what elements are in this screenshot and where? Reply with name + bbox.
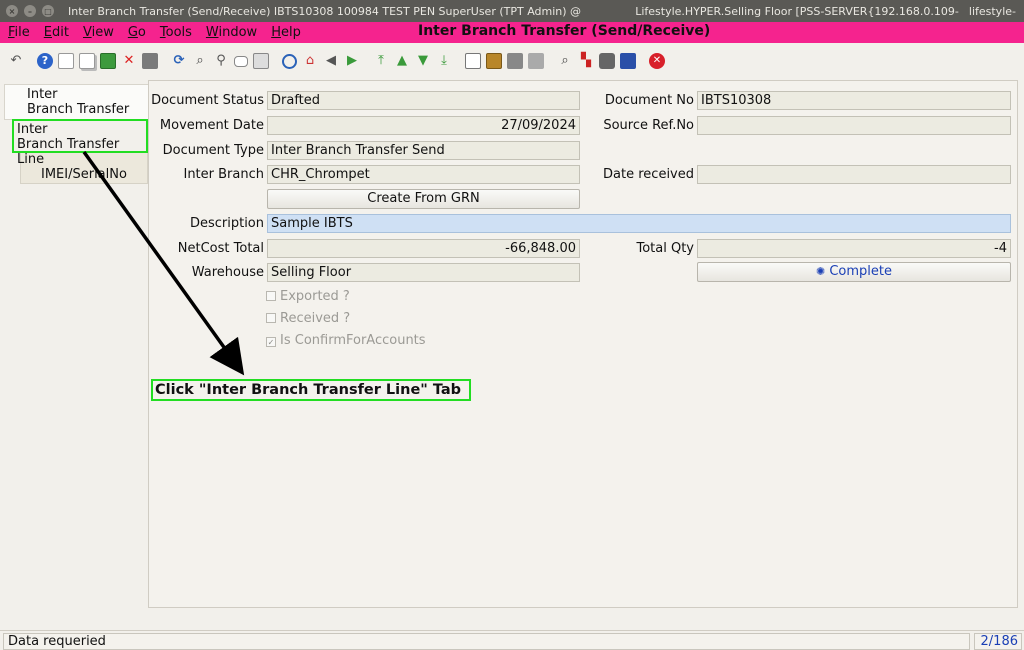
grid-toggle-icon[interactable] (253, 53, 269, 69)
document-no-label: Document No (604, 93, 694, 108)
total-qty-field[interactable]: -4 (697, 239, 1011, 258)
workflow-icon[interactable]: ▚ (578, 53, 594, 69)
total-qty-label: Total Qty (636, 241, 694, 256)
toolbar: ↶ ? ✕ ⟳ ⌕ ⚲ ⌂ ◀ ▶ ⤒ ▲ ▼ ⤓ ⌕ ▚ ✕ (0, 43, 1024, 79)
report-icon[interactable] (465, 53, 481, 69)
forward-arrow-icon[interactable]: ▶ (344, 53, 360, 69)
delete-icon[interactable]: ✕ (121, 53, 137, 69)
tab-label: Inter (17, 122, 48, 137)
received-label: Received ? (280, 311, 351, 326)
save-disk-icon[interactable] (142, 53, 158, 69)
source-ref-label: Source Ref.No (603, 118, 694, 133)
is-confirm-label: Is ConfirmForAccounts (280, 333, 426, 348)
received-checkbox[interactable]: Received ? (266, 311, 350, 326)
menu-bar: File Edit View Go Tools Window Help Inte… (0, 22, 1024, 43)
source-ref-field[interactable] (697, 116, 1011, 135)
checkbox-checked-icon: ✓ (266, 337, 276, 347)
close-window-icon[interactable]: × (6, 5, 18, 17)
archive-icon[interactable] (486, 53, 502, 69)
menu-edit[interactable]: Edit (44, 25, 69, 40)
minimize-window-icon[interactable]: – (24, 5, 36, 17)
product-info-icon[interactable] (599, 53, 615, 69)
menu-tools[interactable]: Tools (160, 25, 192, 40)
document-no-field[interactable]: IBTS10308 (697, 91, 1011, 110)
description-field[interactable]: Sample IBTS (267, 214, 1011, 233)
document-type-label: Document Type (162, 143, 264, 158)
window-title-bar: × – □ Inter Branch Transfer (Send/Receiv… (0, 0, 1024, 22)
tab-inter-branch-transfer[interactable]: Inter Branch Transfer (4, 84, 148, 120)
warehouse-field[interactable]: Selling Floor (267, 263, 580, 282)
app-title: Inter Branch Transfer (Send/Receive) (418, 23, 711, 39)
menu-file[interactable]: File (8, 25, 30, 40)
status-bar: Data requeried 2/186 (0, 630, 1024, 650)
last-record-icon[interactable]: ⤓ (436, 53, 452, 69)
find-icon[interactable]: ⌕ (192, 53, 208, 69)
warehouse-label: Warehouse (191, 265, 264, 280)
netcost-total-label: NetCost Total (177, 241, 264, 256)
menu-go[interactable]: Go (128, 25, 146, 40)
document-status-field[interactable]: Drafted (267, 91, 580, 110)
previous-record-icon[interactable]: ▲ (394, 53, 410, 69)
menu-view[interactable]: View (83, 25, 114, 40)
tab-label: Inter (27, 87, 58, 102)
exit-icon[interactable]: ✕ (649, 53, 665, 69)
document-status-label: Document Status (151, 93, 264, 108)
next-record-icon[interactable]: ▼ (415, 53, 431, 69)
tab-label: Branch Transfer (27, 102, 130, 117)
back-arrow-icon[interactable]: ◀ (323, 53, 339, 69)
menu-window[interactable]: Window (206, 25, 257, 40)
tab-label: Branch Transfer Line (17, 137, 120, 167)
inter-branch-label: Inter Branch (183, 167, 264, 182)
print-icon[interactable] (528, 53, 544, 69)
process-gear-icon: ✺ (815, 265, 826, 278)
maximize-window-icon[interactable]: □ (42, 5, 54, 17)
window-title-right: lifestyle- (968, 4, 1016, 18)
netcost-total-field[interactable]: -66,848.00 (267, 239, 580, 258)
menu-help[interactable]: Help (271, 25, 301, 40)
attachment-icon[interactable]: ⚲ (213, 53, 229, 69)
save-icon[interactable] (100, 53, 116, 69)
record-position[interactable]: 2/186 (974, 633, 1022, 650)
refresh-icon[interactable]: ⟳ (171, 53, 187, 69)
date-received-field[interactable] (697, 165, 1011, 184)
first-record-icon[interactable]: ⤒ (373, 53, 389, 69)
description-label: Description (189, 216, 264, 231)
instruction-callout: Click "Inter Branch Transfer Line" Tab (151, 379, 471, 401)
movement-date-field[interactable]: 27/09/2024 (267, 116, 580, 135)
chat-icon[interactable] (234, 55, 248, 67)
request-icon[interactable] (620, 53, 636, 69)
home-icon[interactable]: ⌂ (302, 53, 318, 69)
document-type-field[interactable]: Inter Branch Transfer Send (267, 141, 580, 160)
status-message: Data requeried (3, 633, 970, 650)
checkbox-unchecked-icon (266, 313, 276, 323)
zoom-icon[interactable]: ⌕ (557, 53, 573, 69)
print-preview-icon[interactable] (507, 53, 523, 69)
copy-record-icon[interactable] (79, 53, 95, 69)
undo-icon[interactable]: ↶ (8, 53, 24, 69)
window-title-server: Lifestyle.HYPER.Selling Floor [PSS-SERVE… (635, 4, 959, 18)
tab-inter-branch-transfer-line[interactable]: Inter Branch Transfer Line (12, 119, 148, 167)
history-icon[interactable] (282, 53, 297, 69)
tab-label: IMEI/SerialNo (41, 167, 127, 182)
complete-button[interactable]: ✺ Complete (697, 262, 1011, 282)
inter-branch-field[interactable]: CHR_Chrompet (267, 165, 580, 184)
movement-date-label: Movement Date (159, 118, 264, 133)
new-record-icon[interactable] (58, 53, 74, 69)
checkbox-unchecked-icon (266, 291, 276, 301)
complete-button-label: Complete (829, 264, 892, 279)
window-title: Inter Branch Transfer (Send/Receive) IBT… (68, 4, 582, 18)
help-icon[interactable]: ? (37, 53, 53, 69)
is-confirm-checkbox[interactable]: ✓ Is ConfirmForAccounts (266, 333, 426, 348)
exported-label: Exported ? (280, 289, 350, 304)
exported-checkbox[interactable]: Exported ? (266, 289, 350, 304)
tab-list: Inter Branch Transfer IMEI/SerialNo Inte… (0, 82, 150, 610)
date-received-label: Date received (603, 167, 694, 182)
create-from-grn-button[interactable]: Create From GRN (267, 189, 580, 209)
